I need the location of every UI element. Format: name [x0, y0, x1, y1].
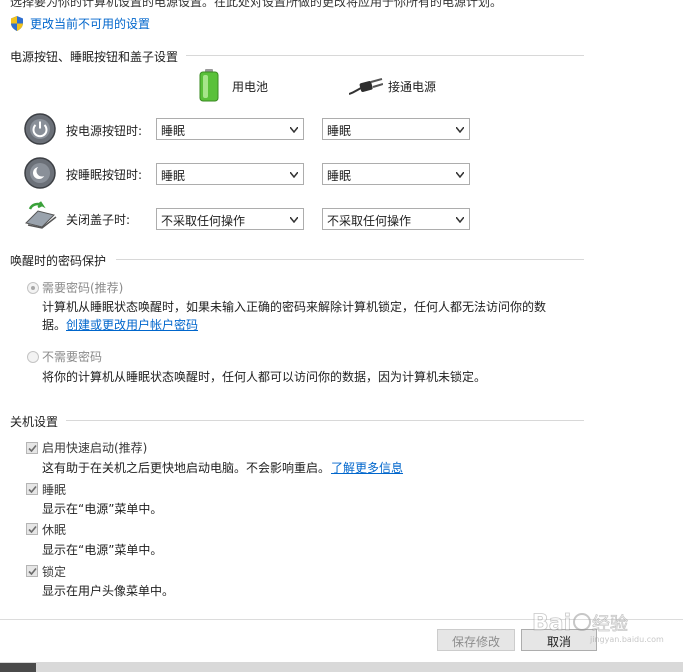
- no-password-desc: 将你的计算机从睡眠状态唤醒时，任何人都可以访问你的数据，因为计算机未锁定。: [42, 370, 487, 384]
- selected-value: 睡眠: [327, 124, 352, 138]
- fast-startup-label: 启用快速启动(推荐): [42, 441, 148, 455]
- checkmark-icon: [28, 444, 37, 453]
- lock-option-label: 锁定: [42, 565, 67, 579]
- wake-password-section-title: 唤醒时的密码保护: [10, 254, 107, 268]
- checkmark-icon: [28, 485, 37, 494]
- sleep-button-battery-select[interactable]: 睡眠: [156, 163, 304, 185]
- require-password-desc-cont: 据。: [42, 318, 67, 332]
- section-divider: [116, 259, 584, 260]
- power-buttons-section-title: 电源按钮、睡眠按钮和盖子设置: [10, 50, 179, 64]
- plugged-column-label: 接通电源: [388, 80, 437, 94]
- sleep-checkbox[interactable]: [26, 483, 38, 495]
- baidu-watermark-logo: Bai 经验 jingyan.baidu.com: [532, 611, 664, 644]
- sleep-option-desc: 显示在“电源”菜单中。: [42, 502, 163, 516]
- svg-text:Bai: Bai: [532, 611, 571, 636]
- hibernate-checkbox[interactable]: [26, 523, 38, 535]
- power-button-icon: [24, 113, 56, 145]
- require-password-radio[interactable]: [27, 282, 39, 294]
- fast-startup-checkbox[interactable]: [26, 442, 38, 454]
- sleep-button-icon: [24, 157, 56, 189]
- close-lid-plugged-select[interactable]: 不采取任何操作: [322, 208, 470, 230]
- fast-startup-desc: 这有助于在关机之后更快地启动电脑。不会影响重启。: [42, 461, 331, 475]
- chevron-down-icon: [290, 172, 298, 178]
- require-password-label: 需要密码(推荐): [42, 281, 124, 295]
- svg-text:经验: 经验: [592, 614, 628, 635]
- chevron-down-icon: [290, 127, 298, 133]
- chevron-down-icon: [456, 217, 464, 223]
- learn-more-link[interactable]: 了解更多信息: [331, 459, 403, 476]
- selected-value: 睡眠: [161, 124, 186, 138]
- intro-text: 选择要为你的计算机设置的电源设置。在此处对设置所做的更改将应用于你所有的电源计划…: [10, 0, 503, 9]
- selected-value: 睡眠: [161, 169, 186, 183]
- checkmark-icon: [28, 567, 37, 576]
- chevron-down-icon: [456, 172, 464, 178]
- close-lid-battery-select[interactable]: 不采取任何操作: [156, 208, 304, 230]
- chevron-down-icon: [290, 217, 298, 223]
- no-password-label: 不需要密码: [42, 350, 103, 364]
- uac-shield-icon: [11, 16, 23, 31]
- shutdown-section-title: 关机设置: [10, 415, 59, 429]
- no-password-radio[interactable]: [27, 351, 39, 363]
- close-lid-label: 关闭盖子时:: [66, 213, 131, 227]
- power-button-battery-select[interactable]: 睡眠: [156, 118, 304, 140]
- lock-checkbox[interactable]: [26, 565, 38, 577]
- laptop-lid-icon: [25, 201, 57, 229]
- taskbar-strip: [0, 662, 683, 672]
- power-plug-icon: [349, 78, 383, 95]
- power-button-plugged-select[interactable]: 睡眠: [322, 118, 470, 140]
- sleep-button-plugged-select[interactable]: 睡眠: [322, 163, 470, 185]
- selected-value: 不采取任何操作: [327, 214, 412, 228]
- change-unavailable-settings-link[interactable]: 更改当前不可用的设置: [30, 15, 150, 32]
- battery-icon: [199, 69, 219, 102]
- hibernate-option-label: 休眠: [42, 523, 67, 537]
- selected-value: 不采取任何操作: [161, 214, 246, 228]
- change-account-password-link[interactable]: 创建或更改用户帐户密码: [66, 316, 198, 333]
- svg-text:jingyan.baidu.com: jingyan.baidu.com: [589, 635, 664, 644]
- checkmark-icon: [28, 525, 37, 534]
- taskbar-start-area: [0, 663, 36, 672]
- battery-column-label: 用电池: [232, 80, 269, 94]
- chevron-down-icon: [456, 127, 464, 133]
- save-changes-button[interactable]: 保存修改: [437, 629, 515, 651]
- hibernate-option-desc: 显示在“电源”菜单中。: [42, 543, 163, 557]
- power-button-label: 按电源按钮时:: [66, 124, 143, 138]
- section-divider: [66, 420, 584, 421]
- lock-option-desc: 显示在用户头像菜单中。: [42, 584, 175, 598]
- require-password-desc: 计算机从睡眠状态唤醒时，如果未输入正确的密码来解除计算机锁定，任何人都无法访问你…: [42, 300, 547, 314]
- section-divider: [186, 55, 584, 56]
- sleep-button-label: 按睡眠按钮时:: [66, 168, 143, 182]
- sleep-option-label: 睡眠: [42, 483, 67, 497]
- selected-value: 睡眠: [327, 169, 352, 183]
